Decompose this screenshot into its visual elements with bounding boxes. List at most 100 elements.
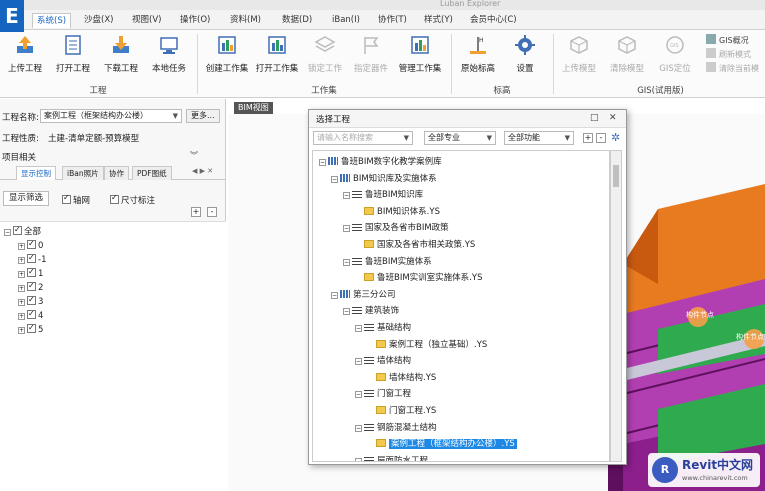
tree-item-root[interactable]: − 全部 [4,224,41,238]
collapse-icon[interactable]: − [343,258,350,266]
collapse-icon[interactable]: − [331,291,338,299]
tree-node[interactable]: − 屋面防水工程 [355,454,428,461]
gis-overview-button[interactable]: GIS概况 [706,34,749,46]
expand-all-button[interactable]: + [583,133,593,143]
expand-icon[interactable]: + [18,285,25,292]
function-select[interactable]: 全部功能 ▼ [504,131,574,145]
tree-node[interactable]: − 墙体结构 [355,354,411,368]
checkbox-checked-icon[interactable] [13,224,22,236]
tree-node[interactable]: 案例工程（独立基础）.YS [367,338,487,352]
checkbox-checked-icon[interactable] [27,322,36,334]
open-project-button[interactable]: 打开工程 [50,34,96,74]
tree-node[interactable]: 国家及各省市相关政策.YS [355,238,475,252]
tree-item[interactable]: + -1 [18,252,46,266]
expand-icon[interactable]: + [18,313,25,320]
collapse-all-button[interactable]: - [596,133,606,143]
upload-project-button[interactable]: 上传工程 [2,34,48,74]
tab-display-control[interactable]: 显示控制 [16,166,56,180]
expand-icon[interactable]: + [18,271,25,278]
tree-item[interactable]: +3 [18,294,43,308]
collapse-icon[interactable]: − [355,358,362,366]
tree-node[interactable]: − 钢筋混凝土结构 [355,421,437,435]
collapse-icon[interactable]: ︾ [190,150,198,161]
tree-node[interactable]: 墙体结构.YS [367,371,436,385]
manage-workset-button[interactable]: 管理工作集 [394,34,446,74]
tree-node[interactable]: 门窗工程.YS [367,404,436,418]
upload-model-button[interactable]: 上传模型 [556,34,602,74]
menu-style[interactable]: 样式(Y) [420,13,457,28]
create-workset-button[interactable]: 创建工作集 [202,34,252,74]
checkbox-checked-icon[interactable] [27,252,36,264]
tree-item[interactable]: +0 [18,238,43,252]
expand-icon[interactable]: + [18,299,25,306]
menu-sandbox[interactable]: 沙盘(X) [80,13,117,28]
dialog-title-bar[interactable]: 选择工程 □ ✕ [309,110,626,128]
tree-item[interactable]: +2 [18,280,43,294]
tree-node[interactable]: − 基础结构 [355,321,411,335]
collapse-icon[interactable]: − [355,457,362,461]
tab-scroll-arrows-icon[interactable]: ◀ ▶ ✕ [192,167,213,175]
tree-node[interactable]: − 第三分公司 [331,288,396,302]
download-project-button[interactable]: 下载工程 [98,34,144,74]
collapse-all-button[interactable]: - [207,207,217,217]
checkbox-checked-icon[interactable] [27,294,36,306]
app-logo[interactable]: E [0,0,24,32]
clear-model-button[interactable]: 清除模型 [604,34,650,74]
refresh-mode-button[interactable]: 刷新模式 [706,48,751,60]
more-button[interactable]: 更多... [186,109,220,123]
menu-view[interactable]: 视图(V) [128,13,165,28]
collapse-icon[interactable]: − [331,175,338,183]
tree-node[interactable]: − BIM知识库及实施体系 [331,172,437,186]
settings-button[interactable]: 设置 [502,34,548,74]
original-elevation-button[interactable]: H 原始标高 [454,34,502,74]
tree-item[interactable]: +4 [18,308,43,322]
tree-node[interactable]: 鲁班BIM实训室实施体系.YS [355,271,482,285]
axis-net-checkbox[interactable]: 轴网 [62,193,90,206]
tree-node[interactable]: 案例工程（框架结构办公楼）.YS [367,437,517,451]
tree-node[interactable]: − 建筑装饰 [343,304,399,318]
menu-system[interactable]: 系统(S) [32,13,72,28]
menu-materials[interactable]: 资料(M) [226,13,265,28]
tree-node[interactable]: − 门窗工程 [355,387,411,401]
checkbox-checked-icon[interactable] [27,308,36,320]
tree-item[interactable]: +5 [18,322,43,336]
tree-node[interactable]: BIM知识体系.YS [355,205,440,219]
local-task-button[interactable]: 本地任务 [146,34,192,74]
scrollbar[interactable] [610,150,622,462]
open-workset-button[interactable]: 打开工作集 [252,34,302,74]
tree-node[interactable]: − 鲁班BIM知识库 [343,188,423,202]
checkbox-checked-icon[interactable] [27,238,36,250]
collapse-icon[interactable]: − [319,159,326,166]
expand-icon[interactable]: + [18,243,25,250]
tree-item[interactable]: +1 [18,266,43,280]
collapse-icon[interactable]: − [355,424,362,432]
expand-icon[interactable]: + [18,327,25,334]
tree-node[interactable]: − 鲁班BIM数字化教学案例库 [319,155,442,169]
collapse-icon[interactable]: − [355,391,362,399]
tree-node[interactable]: − 国家及各省市BIM政策 [343,221,449,235]
collapse-icon[interactable]: − [355,325,362,332]
expand-icon[interactable]: + [18,257,25,264]
expand-all-button[interactable]: + [191,207,201,217]
tab-pdf-drawings[interactable]: PDF图纸 [132,166,172,180]
collapse-icon[interactable]: − [343,192,350,200]
tree-node[interactable]: − 鲁班BIM实施体系 [343,255,432,269]
tab-iban-photos[interactable]: iBan照片 [62,166,104,180]
close-icon[interactable]: ✕ [609,113,617,123]
bim-view-tab[interactable]: BIM视图 [234,102,273,114]
checkbox-checked-icon[interactable] [27,266,36,278]
checkbox-checked-icon[interactable] [27,280,36,292]
menu-member[interactable]: 会员中心(C) [466,13,521,28]
collapse-icon[interactable]: − [343,225,350,233]
tab-collab[interactable]: 协作 [104,166,129,180]
menu-collab[interactable]: 协作(T) [374,13,411,28]
lock-work-button[interactable]: 锁定工作 [302,34,348,74]
collapse-icon[interactable]: − [343,308,350,316]
clear-current-button[interactable]: 清除当前模 [706,62,759,74]
dimension-checkbox[interactable]: 尺寸标注 [110,193,155,206]
search-input[interactable]: 请输入名称搜索 ▼ [313,131,413,145]
specialty-select[interactable]: 全部专业 ▼ [424,131,496,145]
gis-locate-button[interactable]: GIS GIS定位 [652,34,698,74]
display-filter-button[interactable]: 显示筛选 [3,191,50,206]
project-name-select[interactable]: 案例工程（框架结构办公楼） ▼ [40,109,182,123]
